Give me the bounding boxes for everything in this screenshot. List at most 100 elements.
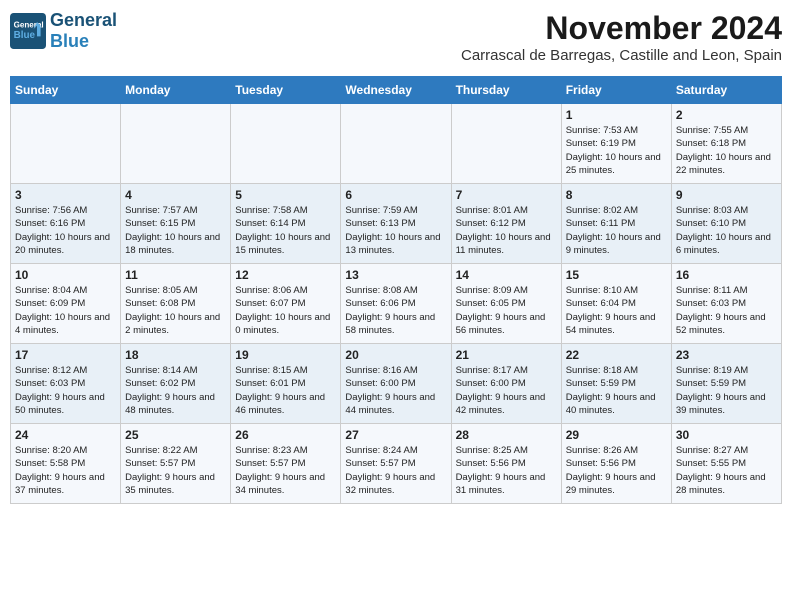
day-number: 29 [566,428,667,442]
logo: General Blue General Blue [10,10,117,52]
logo-icon: General Blue [10,13,46,49]
day-number: 14 [456,268,557,282]
calendar-day-cell: 27 Sunrise: 8:24 AM Sunset: 5:57 PM Dayli… [341,424,451,504]
calendar-day-cell: 30Sunrise: 8:27 AM Sunset: 5:55 PM Dayli… [671,424,781,504]
day-number: 2 [676,108,777,122]
calendar-day-cell: 25 Sunrise: 8:22 AM Sunset: 5:57 PM Dayli… [121,424,231,504]
month-title: November 2024 [461,10,782,47]
day-number: 18 [125,348,226,362]
column-header-thursday: Thursday [451,77,561,104]
day-info: Sunrise: 8:18 AM Sunset: 5:59 PM Dayligh… [566,364,667,417]
day-info: Sunrise: 7:57 AM Sunset: 6:15 PM Dayligh… [125,204,226,257]
day-number: 3 [15,188,116,202]
calendar-day-cell: 5 Sunrise: 7:58 AM Sunset: 6:14 PM Daylig… [231,184,341,264]
location-title: Carrascal de Barregas, Castille and Leon… [461,47,782,64]
day-info: Sunrise: 8:10 AM Sunset: 6:04 PM Dayligh… [566,284,667,337]
day-info: Sunrise: 8:08 AM Sunset: 6:06 PM Dayligh… [345,284,446,337]
calendar-day-cell: 17 Sunrise: 8:12 AM Sunset: 6:03 PM Dayli… [11,344,121,424]
calendar-table: SundayMondayTuesdayWednesdayThursdayFrid… [10,76,782,504]
calendar-day-cell: 13 Sunrise: 8:08 AM Sunset: 6:06 PM Dayli… [341,264,451,344]
day-number: 21 [456,348,557,362]
calendar-day-cell [121,104,231,184]
calendar-week-row: 10Sunrise: 8:04 AM Sunset: 6:09 PM Dayli… [11,264,782,344]
calendar-header-row: SundayMondayTuesdayWednesdayThursdayFrid… [11,77,782,104]
day-number: 12 [235,268,336,282]
logo-general-text: General [50,10,117,30]
svg-text:Blue: Blue [14,30,36,41]
calendar-day-cell: 16 Sunrise: 8:11 AM Sunset: 6:03 PM Dayli… [671,264,781,344]
day-info: Sunrise: 8:02 AM Sunset: 6:11 PM Dayligh… [566,204,667,257]
calendar-day-cell: 4Sunrise: 7:57 AM Sunset: 6:15 PM Daylig… [121,184,231,264]
day-info: Sunrise: 7:58 AM Sunset: 6:14 PM Dayligh… [235,204,336,257]
day-number: 13 [345,268,446,282]
calendar-day-cell [11,104,121,184]
column-header-friday: Friday [561,77,671,104]
calendar-day-cell: 11 Sunrise: 8:05 AM Sunset: 6:08 PM Dayli… [121,264,231,344]
logo-blue-text: Blue [50,31,89,51]
day-info: Sunrise: 8:12 AM Sunset: 6:03 PM Dayligh… [15,364,116,417]
day-number: 6 [345,188,446,202]
calendar-day-cell: 26Sunrise: 8:23 AM Sunset: 5:57 PM Dayli… [231,424,341,504]
calendar-day-cell: 20 Sunrise: 8:16 AM Sunset: 6:00 PM Dayli… [341,344,451,424]
day-info: Sunrise: 8:09 AM Sunset: 6:05 PM Dayligh… [456,284,557,337]
day-info: Sunrise: 7:53 AM Sunset: 6:19 PM Dayligh… [566,124,667,177]
day-info: Sunrise: 8:11 AM Sunset: 6:03 PM Dayligh… [676,284,777,337]
day-number: 24 [15,428,116,442]
calendar-day-cell: 19 Sunrise: 8:15 AM Sunset: 6:01 PM Dayli… [231,344,341,424]
day-info: Sunrise: 7:56 AM Sunset: 6:16 PM Dayligh… [15,204,116,257]
day-number: 5 [235,188,336,202]
calendar-day-cell: 22 Sunrise: 8:18 AM Sunset: 5:59 PM Dayli… [561,344,671,424]
day-info: Sunrise: 8:24 AM Sunset: 5:57 PM Dayligh… [345,444,446,497]
column-header-monday: Monday [121,77,231,104]
calendar-day-cell: 14 Sunrise: 8:09 AM Sunset: 6:05 PM Dayli… [451,264,561,344]
calendar-week-row: 1 Sunrise: 7:53 AM Sunset: 6:19 PM Daylig… [11,104,782,184]
day-info: Sunrise: 8:20 AM Sunset: 5:58 PM Dayligh… [15,444,116,497]
day-info: Sunrise: 8:16 AM Sunset: 6:00 PM Dayligh… [345,364,446,417]
day-info: Sunrise: 8:03 AM Sunset: 6:10 PM Dayligh… [676,204,777,257]
day-number: 7 [456,188,557,202]
calendar-week-row: 17 Sunrise: 8:12 AM Sunset: 6:03 PM Dayli… [11,344,782,424]
calendar-day-cell [451,104,561,184]
day-info: Sunrise: 8:06 AM Sunset: 6:07 PM Dayligh… [235,284,336,337]
day-number: 22 [566,348,667,362]
day-info: Sunrise: 8:15 AM Sunset: 6:01 PM Dayligh… [235,364,336,417]
day-number: 17 [15,348,116,362]
header: General Blue General Blue November 2024 … [10,10,782,72]
day-number: 20 [345,348,446,362]
day-info: Sunrise: 7:55 AM Sunset: 6:18 PM Dayligh… [676,124,777,177]
calendar-week-row: 3 Sunrise: 7:56 AM Sunset: 6:16 PM Daylig… [11,184,782,264]
day-number: 11 [125,268,226,282]
calendar-day-cell: 10Sunrise: 8:04 AM Sunset: 6:09 PM Dayli… [11,264,121,344]
calendar-day-cell: 15Sunrise: 8:10 AM Sunset: 6:04 PM Dayli… [561,264,671,344]
calendar-day-cell: 9 Sunrise: 8:03 AM Sunset: 6:10 PM Daylig… [671,184,781,264]
calendar-day-cell: 21 Sunrise: 8:17 AM Sunset: 6:00 PM Dayli… [451,344,561,424]
calendar-day-cell: 29 Sunrise: 8:26 AM Sunset: 5:56 PM Dayli… [561,424,671,504]
calendar-day-cell: 24 Sunrise: 8:20 AM Sunset: 5:58 PM Dayli… [11,424,121,504]
calendar-day-cell: 18 Sunrise: 8:14 AM Sunset: 6:02 PM Dayli… [121,344,231,424]
day-info: Sunrise: 8:01 AM Sunset: 6:12 PM Dayligh… [456,204,557,257]
calendar-day-cell [341,104,451,184]
day-number: 16 [676,268,777,282]
day-info: Sunrise: 8:04 AM Sunset: 6:09 PM Dayligh… [15,284,116,337]
calendar-day-cell: 2 Sunrise: 7:55 AM Sunset: 6:18 PM Daylig… [671,104,781,184]
calendar-day-cell: 7 Sunrise: 8:01 AM Sunset: 6:12 PM Daylig… [451,184,561,264]
day-info: Sunrise: 8:26 AM Sunset: 5:56 PM Dayligh… [566,444,667,497]
day-number: 30 [676,428,777,442]
calendar-day-cell: 1 Sunrise: 7:53 AM Sunset: 6:19 PM Daylig… [561,104,671,184]
day-info: Sunrise: 8:14 AM Sunset: 6:02 PM Dayligh… [125,364,226,417]
day-info: Sunrise: 7:59 AM Sunset: 6:13 PM Dayligh… [345,204,446,257]
day-info: Sunrise: 8:17 AM Sunset: 6:00 PM Dayligh… [456,364,557,417]
calendar-week-row: 24 Sunrise: 8:20 AM Sunset: 5:58 PM Dayli… [11,424,782,504]
day-info: Sunrise: 8:25 AM Sunset: 5:56 PM Dayligh… [456,444,557,497]
day-number: 28 [456,428,557,442]
day-number: 9 [676,188,777,202]
day-info: Sunrise: 8:22 AM Sunset: 5:57 PM Dayligh… [125,444,226,497]
day-number: 19 [235,348,336,362]
column-header-tuesday: Tuesday [231,77,341,104]
day-number: 27 [345,428,446,442]
day-number: 23 [676,348,777,362]
calendar-day-cell: 28 Sunrise: 8:25 AM Sunset: 5:56 PM Dayli… [451,424,561,504]
day-info: Sunrise: 8:05 AM Sunset: 6:08 PM Dayligh… [125,284,226,337]
day-number: 1 [566,108,667,122]
day-number: 25 [125,428,226,442]
